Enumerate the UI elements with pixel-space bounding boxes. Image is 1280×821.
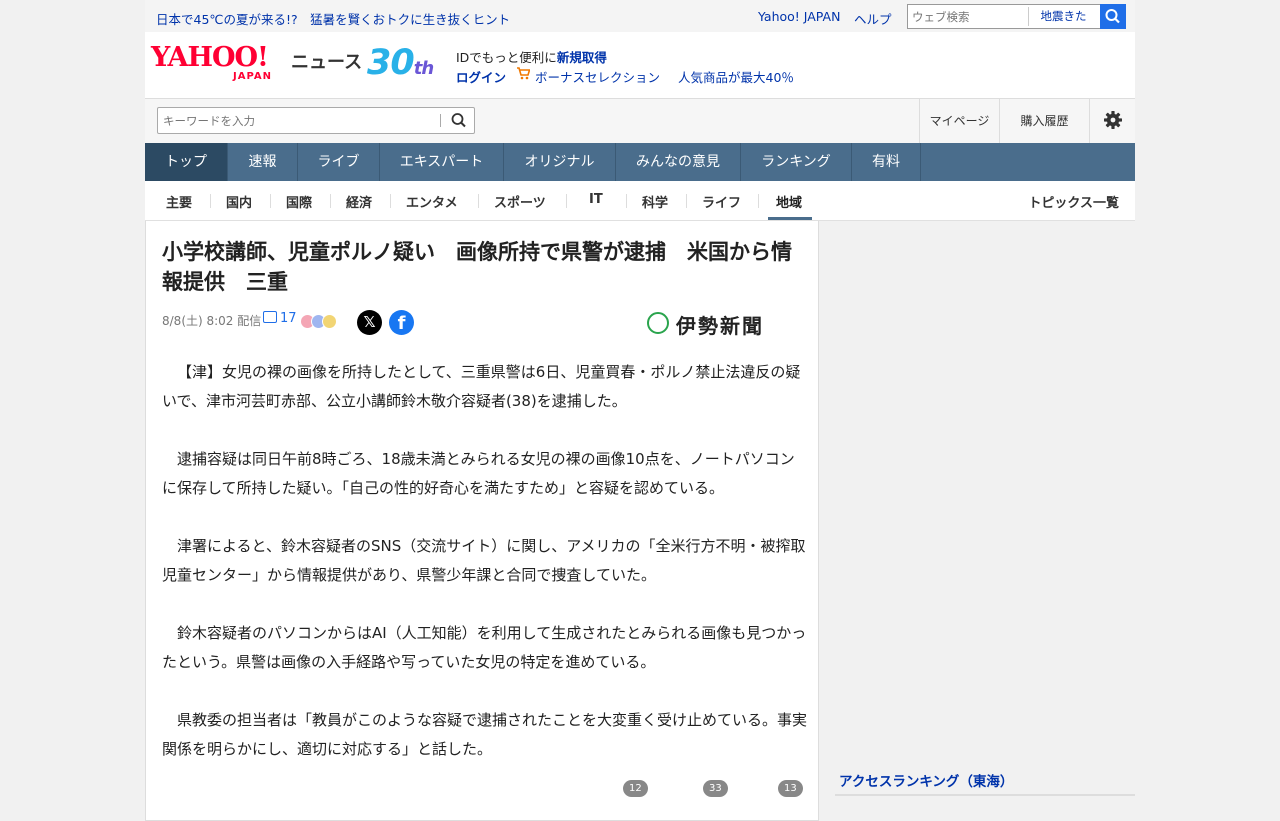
search-icon: [1105, 9, 1120, 24]
reaction-count-badge[interactable]: 13: [778, 780, 803, 797]
comment-icon: [263, 311, 277, 323]
comment-count: 17: [280, 311, 297, 326]
active-category-indicator: [768, 217, 812, 220]
category-main[interactable]: 主要: [166, 192, 192, 211]
anniversary-30th-logo: 30th: [367, 43, 434, 86]
nav-tab-opinions[interactable]: みんなの意見: [616, 143, 741, 181]
nav-tab-original[interactable]: オリジナル: [504, 143, 616, 181]
nav-tab-breaking[interactable]: 速報: [228, 143, 298, 181]
ranking-divider: [835, 794, 1135, 796]
x-logo-icon: 𝕏: [363, 313, 376, 331]
category-economy[interactable]: 経済: [346, 192, 372, 211]
article-body: 【津】女児の裸の画像を所持したとして、三重県警は6日、児童買春・ポルノ禁止法違反…: [162, 358, 807, 793]
category-divider: [758, 194, 759, 208]
logo-yahoo-text: YAHOO!: [151, 42, 269, 73]
topics-list-link[interactable]: トピックス一覧: [1028, 192, 1119, 211]
promo-link[interactable]: 日本で45℃の夏が来る!? 猛暑を賢くおトクに生き抜くヒント: [156, 9, 510, 28]
nav-tab-expert[interactable]: エキスパート: [380, 143, 504, 181]
reaction-count-badge[interactable]: 12: [623, 780, 648, 797]
web-search-button[interactable]: [1100, 4, 1126, 29]
category-divider: [330, 194, 331, 208]
nav-tab-paid[interactable]: 有料: [852, 143, 921, 181]
category-divider: [686, 194, 687, 208]
keyword-search-button[interactable]: [443, 108, 475, 133]
keyword-search-box: [157, 107, 475, 134]
yahoo-news-logo[interactable]: YAHOO! JAPAN ニュース: [151, 42, 362, 83]
category-life[interactable]: ライフ: [702, 192, 741, 211]
id-promo-text: IDでもっと便利に: [456, 50, 557, 65]
settings-button[interactable]: [1089, 99, 1135, 143]
purchase-history-link[interactable]: 購入履歴: [999, 99, 1089, 143]
category-science[interactable]: 科学: [642, 192, 668, 211]
web-search-input[interactable]: [908, 5, 1026, 28]
publisher-emblem-icon: [647, 312, 669, 334]
category-divider: [566, 194, 567, 208]
top-bar: 日本で45℃の夏が来る!? 猛暑を賢くおトクに生き抜くヒント Yahoo! JA…: [145, 0, 1135, 32]
anniversary-suffix: th: [413, 58, 434, 79]
nav-tab-top[interactable]: トップ: [145, 143, 228, 181]
web-search-box: 地震きた: [907, 4, 1126, 29]
facebook-logo-icon: f: [397, 313, 406, 334]
access-ranking-heading[interactable]: アクセスランキング（東海）: [839, 770, 1013, 790]
gear-icon: [1103, 111, 1122, 129]
category-divider: [390, 194, 391, 208]
yahoo-japan-link[interactable]: Yahoo! JAPAN: [758, 9, 840, 24]
nav-tab-live[interactable]: ライブ: [298, 143, 380, 181]
reaction-face-icon: [322, 314, 337, 329]
search-divider: [440, 114, 441, 127]
category-local[interactable]: 地域: [776, 192, 802, 211]
main-nav: トップ 速報 ライブ エキスパート オリジナル みんなの意見 ランキング 有料: [145, 143, 1135, 181]
comment-link[interactable]: 17: [263, 311, 297, 326]
reaction-count-badge[interactable]: 33: [703, 780, 728, 797]
article-paragraph: 津署によると、鈴木容疑者のSNS（交流サイト）に関し、アメリカの「全米行方不明・…: [162, 537, 806, 584]
article-paragraph: 【津】女児の裸の画像を所持したとして、三重県警は6日、児童買春・ポルノ禁止法違反…: [162, 363, 801, 410]
category-international[interactable]: 国際: [286, 192, 312, 211]
category-divider: [626, 194, 627, 208]
mypage-link[interactable]: マイページ: [919, 99, 999, 143]
signup-link[interactable]: 新規取得: [557, 50, 607, 65]
anniversary-number: 30: [367, 43, 415, 83]
category-sports[interactable]: スポーツ: [494, 192, 546, 211]
article-paragraph: 鈴木容疑者のパソコンからはAI（人工知能）を利用して生成されたとみられる画像も見…: [162, 624, 807, 671]
logo-news-text: ニュース: [291, 52, 363, 73]
login-link[interactable]: ログイン: [456, 67, 506, 86]
share-facebook-button[interactable]: f: [389, 310, 414, 335]
popular-products-link[interactable]: 人気商品が最大40％: [678, 67, 794, 86]
keyword-search-input[interactable]: [158, 108, 438, 133]
category-domestic[interactable]: 国内: [226, 192, 252, 211]
site-header: YAHOO! JAPAN ニュース 30th IDでもっと便利に新規取得 ログイ…: [145, 32, 1135, 99]
category-it[interactable]: IT: [589, 192, 603, 207]
category-entertainment[interactable]: エンタメ: [406, 192, 458, 211]
reaction-counts: 12 33 13: [616, 780, 806, 800]
article-paragraph: 県教委の担当者は「教員がこのような容疑で逮捕されたことを大変重く受け止めている。…: [162, 711, 808, 758]
sidebar: アクセスランキング（東海）: [835, 221, 1135, 801]
category-divider: [270, 194, 271, 208]
bonus-selection-link[interactable]: ボーナスセレクション: [535, 67, 660, 86]
publisher-name: 伊勢新聞: [676, 314, 764, 338]
nav-tab-ranking[interactable]: ランキング: [741, 143, 852, 181]
publish-date: 8/8(土) 8:02 配信: [162, 314, 262, 328]
article-title: 小学校講師、児童ポルノ疑い 画像所持で県警が逮捕 米国から情報提供 三重: [162, 240, 792, 294]
help-link[interactable]: ヘルプ: [854, 9, 892, 28]
article-paragraph: 逮捕容疑は同日午前8時ごろ、18歳未満とみられる女児の裸の画像10点を、ノートパ…: [162, 450, 795, 497]
category-divider: [478, 194, 479, 208]
id-promo: IDでもっと便利に新規取得: [456, 47, 607, 66]
search-icon: [451, 113, 466, 128]
category-divider: [210, 194, 211, 208]
logo-japan-text: JAPAN: [233, 71, 272, 82]
article: 小学校講師、児童ポルノ疑い 画像所持で県警が逮捕 米国から情報提供 三重 8/8…: [145, 221, 819, 821]
trending-keyword-chip[interactable]: 地震きた: [1028, 7, 1098, 26]
category-nav: 主要 国内 国際 経済 エンタメ スポーツ IT 科学 ライフ 地域 トピックス…: [145, 181, 1135, 221]
cart-icon: [517, 67, 530, 80]
share-x-button[interactable]: 𝕏: [357, 310, 382, 335]
search-row: マイページ 購入履歴: [145, 99, 1135, 143]
